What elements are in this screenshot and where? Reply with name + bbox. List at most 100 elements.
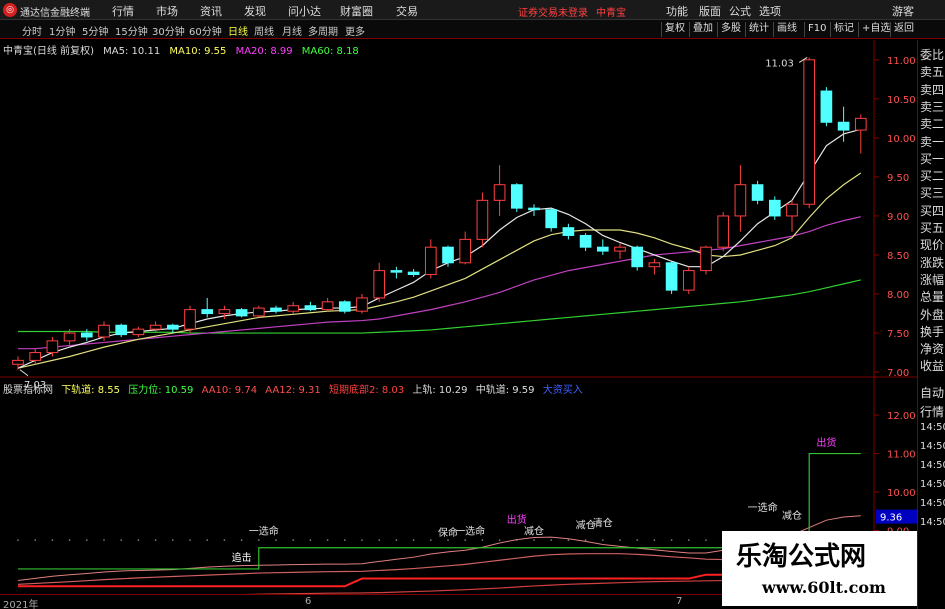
indicator-tick-label: 11.00 bbox=[887, 450, 916, 461]
bottom-value: 短期底部2: 8.03 bbox=[328, 385, 405, 396]
side-panel-item[interactable]: 涨幅 bbox=[920, 271, 944, 288]
side-panel-tab[interactable]: 自动 bbox=[920, 384, 944, 401]
dot-marker bbox=[498, 539, 501, 541]
side-panel-item[interactable]: 买二 bbox=[920, 167, 944, 184]
side-panel-item[interactable]: 涨跌 bbox=[920, 254, 944, 271]
menu-options[interactable]: 选项 bbox=[759, 3, 781, 19]
tick-time-item: 14:50 bbox=[920, 441, 945, 452]
price-tick-label: 11.00 bbox=[887, 56, 916, 67]
menu-news[interactable]: 资讯 bbox=[200, 3, 222, 19]
dot-marker bbox=[670, 539, 673, 541]
candle-body-up bbox=[786, 203, 798, 217]
period-monthly[interactable]: 月线 bbox=[282, 23, 302, 38]
app-title: 通达信金融终端 bbox=[20, 8, 90, 19]
dot-marker bbox=[550, 539, 552, 541]
dot-marker bbox=[412, 539, 415, 541]
back-button[interactable]: 返回 bbox=[890, 22, 917, 37]
side-panel-item[interactable]: 卖五 bbox=[920, 63, 944, 80]
side-panel-item[interactable]: 卖三 bbox=[920, 98, 944, 115]
kline-chart[interactable]: 11.00 10.50 10.00 9.50 9.00 8.50 8.00 7.50 7.00 1… bbox=[0, 40, 917, 594]
candle-body-down bbox=[545, 209, 558, 229]
side-panel-item[interactable]: 收益 bbox=[920, 357, 944, 374]
side-panel-item[interactable]: 总量 bbox=[920, 288, 944, 305]
price-tick-label: 9.00 bbox=[887, 212, 909, 223]
period-weekly[interactable]: 周线 bbox=[254, 23, 274, 38]
side-panel-item[interactable]: 买五 bbox=[920, 219, 944, 236]
menu-discover[interactable]: 发现 bbox=[244, 3, 266, 19]
add-watchlist-button[interactable]: +自选 bbox=[858, 22, 893, 37]
candle-body-up bbox=[98, 324, 110, 338]
dot-marker bbox=[258, 539, 260, 541]
price-tick-label: 8.00 bbox=[887, 290, 909, 301]
period-5min[interactable]: 5分钟 bbox=[82, 23, 108, 38]
side-panel-item[interactable]: 买四 bbox=[920, 202, 944, 219]
menu-trade[interactable]: 交易 bbox=[396, 3, 418, 19]
menu-assistant[interactable]: 问小达 bbox=[288, 3, 321, 19]
f10-button[interactable]: F10 bbox=[804, 22, 829, 37]
side-panel-item[interactable]: 卖二 bbox=[920, 115, 944, 132]
ma10-value: MA10: 9.55 bbox=[169, 46, 227, 57]
candle-body-up bbox=[614, 246, 626, 252]
mark-button[interactable]: 标记 bbox=[830, 22, 857, 37]
candle-body-up bbox=[700, 246, 712, 272]
indicator-current-value: 9.36 bbox=[880, 513, 902, 524]
side-panel-item[interactable]: 现价 bbox=[920, 236, 944, 253]
candle-body-up bbox=[803, 59, 816, 205]
stats-button[interactable]: 统计 bbox=[745, 22, 772, 37]
dot-marker bbox=[17, 539, 19, 541]
candle-body-up bbox=[373, 270, 386, 299]
dot-marker bbox=[395, 539, 398, 541]
candle-body-up bbox=[132, 328, 145, 336]
login-warning[interactable]: 证券交易未登录 bbox=[518, 4, 588, 19]
candle-body-up bbox=[12, 359, 24, 365]
signal-annotation: 出货 bbox=[507, 513, 527, 526]
menu-functions[interactable]: 功能 bbox=[666, 3, 688, 19]
draw-line-button[interactable]: 画线 bbox=[773, 22, 800, 37]
period-1min[interactable]: 1分钟 bbox=[49, 23, 75, 38]
side-panel-item[interactable]: 卖四 bbox=[920, 81, 944, 98]
dot-marker bbox=[602, 539, 604, 541]
menu-layout[interactable]: 版面 bbox=[699, 3, 721, 19]
menu-market[interactable]: 市场 bbox=[156, 3, 178, 19]
aa10-value: AA10: 9.74 bbox=[201, 385, 258, 396]
dot-marker bbox=[567, 539, 570, 541]
price-tick-label: 10.50 bbox=[887, 95, 916, 106]
side-panel-item[interactable]: 外盘 bbox=[920, 306, 944, 323]
period-more[interactable]: 更多 bbox=[345, 23, 365, 38]
side-panel-item[interactable]: 卖一 bbox=[920, 133, 944, 150]
dot-marker bbox=[154, 539, 157, 541]
period-multi[interactable]: 多周期 bbox=[308, 23, 338, 38]
side-panel-item[interactable]: 换手 bbox=[920, 323, 944, 340]
candle-body-down bbox=[270, 307, 282, 312]
overlay-button[interactable]: 叠加 bbox=[689, 22, 716, 37]
menu-quotes[interactable]: 行情 bbox=[112, 3, 134, 19]
big-buy-label: 大资买入 bbox=[542, 385, 583, 396]
period-30min[interactable]: 30分钟 bbox=[152, 23, 185, 38]
side-panel-item[interactable]: 买一 bbox=[920, 150, 944, 167]
menu-wealth[interactable]: 财富圈 bbox=[340, 3, 373, 19]
side-panel-item[interactable]: 买三 bbox=[920, 184, 944, 201]
tick-time-item: 14:50 bbox=[920, 479, 945, 490]
candle-body-down bbox=[510, 184, 523, 209]
signal-annotation: 追击 bbox=[232, 551, 252, 564]
candle-body-up bbox=[356, 297, 368, 312]
multi-stock-button[interactable]: 多股 bbox=[717, 22, 744, 37]
middle-band-value: 中轨道: 9.59 bbox=[475, 385, 535, 396]
dot-marker bbox=[344, 539, 346, 541]
period-15min[interactable]: 15分钟 bbox=[115, 23, 148, 38]
menu-formula[interactable]: 公式 bbox=[729, 3, 751, 19]
side-panel-tab[interactable]: 行情 bbox=[920, 403, 944, 420]
adjust-button[interactable]: 复权 bbox=[661, 22, 688, 37]
price-tick-label: 7.00 bbox=[887, 368, 909, 379]
period-daily[interactable]: 日线 bbox=[228, 23, 248, 38]
guest-user[interactable]: 游客 bbox=[892, 3, 914, 19]
period-60min[interactable]: 60分钟 bbox=[189, 23, 222, 38]
side-panel-item[interactable]: 委比 bbox=[920, 46, 944, 63]
period-tick[interactable]: 分时 bbox=[22, 23, 42, 38]
date-label-june: 6 bbox=[305, 596, 312, 607]
candle-body-up bbox=[424, 246, 437, 276]
candle-body-down bbox=[390, 270, 403, 273]
candle-body-up bbox=[287, 305, 300, 312]
lower-band-value: 下轨道: 8.55 bbox=[61, 385, 121, 396]
side-panel-item[interactable]: 净资 bbox=[920, 340, 944, 357]
